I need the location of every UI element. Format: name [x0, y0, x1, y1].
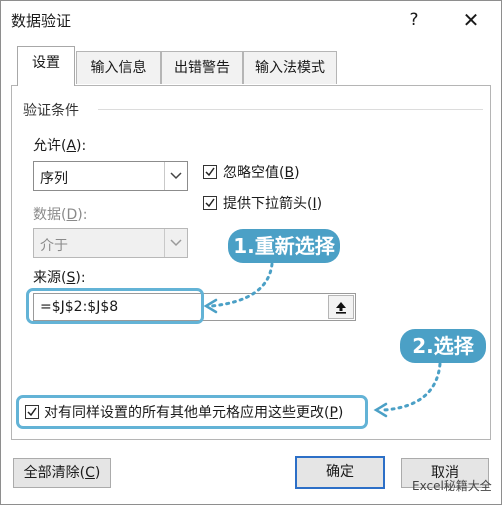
tab-settings[interactable]: 设置 [17, 46, 75, 86]
watermark: Excel秘籍大全 [412, 479, 492, 493]
callout-arrows [203, 262, 442, 418]
